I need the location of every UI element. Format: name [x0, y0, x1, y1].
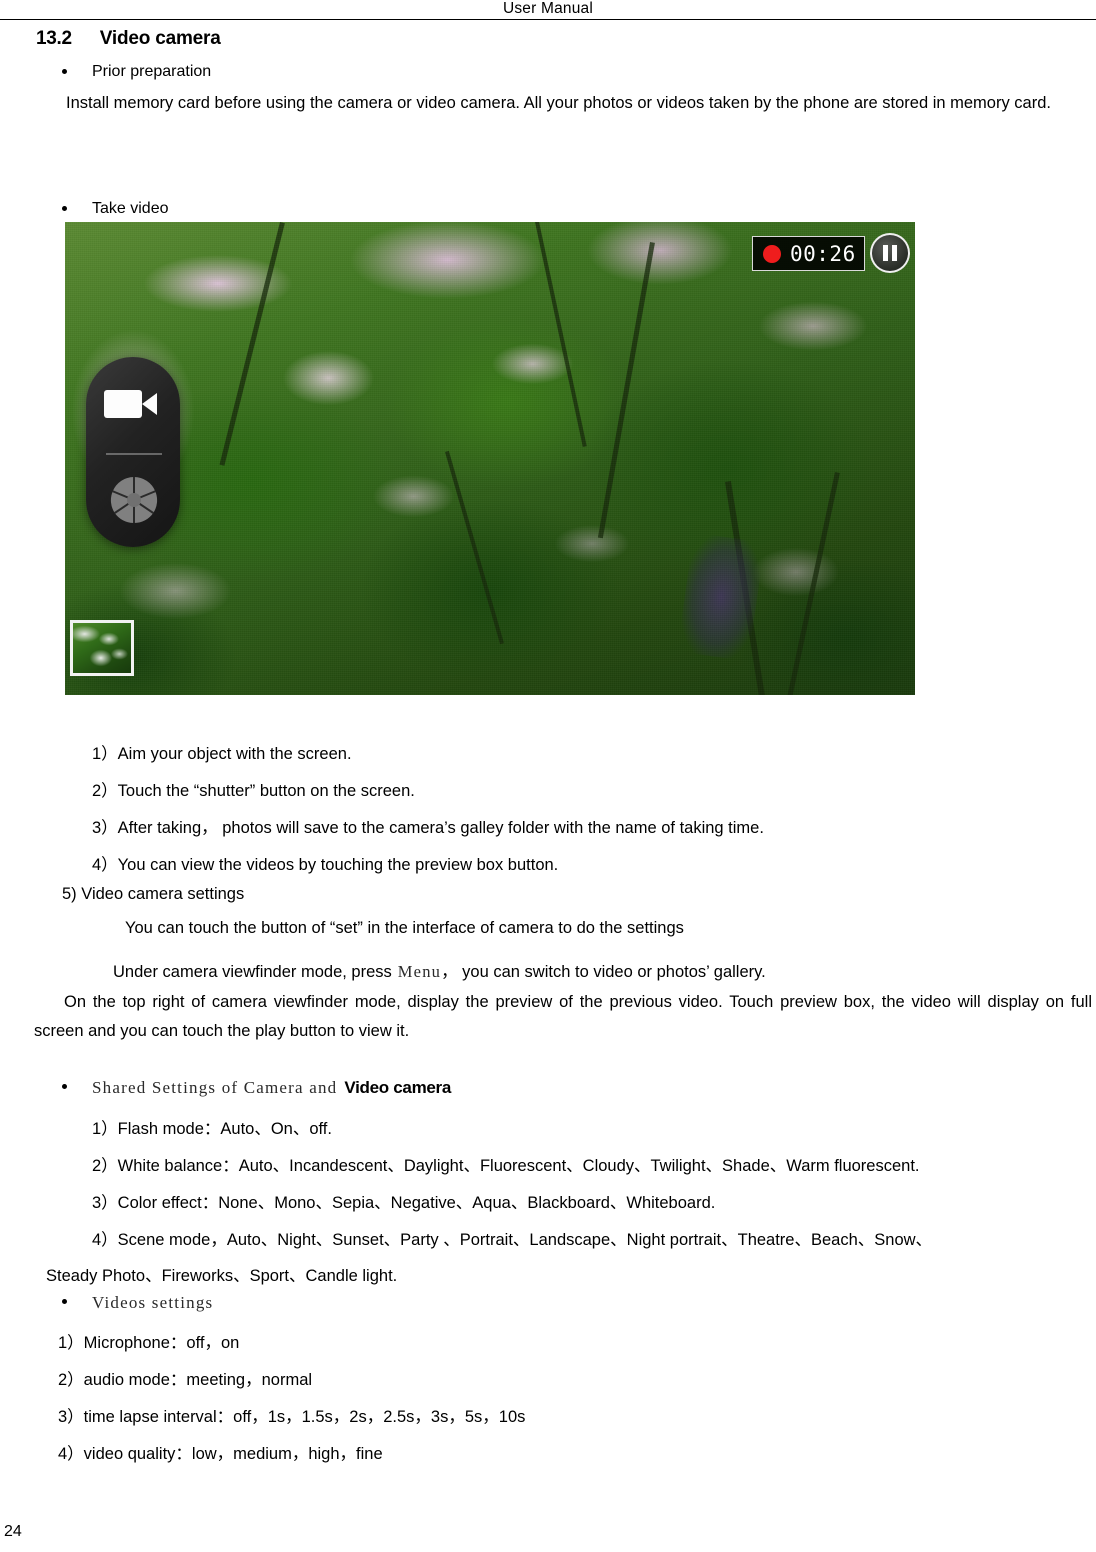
- shared-settings-label-bold: Video camera: [344, 1078, 452, 1097]
- viewfinder-menu-pre: Under camera viewfinder mode, press: [113, 963, 392, 981]
- page-number: 24: [4, 1523, 22, 1540]
- videos-setting-item: 2）audio mode：meeting，normal: [58, 1371, 313, 1389]
- preview-thumbnail-image: [73, 623, 131, 673]
- videos-setting-item: 4）video quality：low，medium，high，fine: [58, 1445, 383, 1463]
- bullet-videos-settings: Videos settings: [62, 1293, 213, 1313]
- camera-mode-control-pill[interactable]: [86, 357, 180, 547]
- camera-viewfinder-screenshot: 00:26: [65, 222, 915, 695]
- bullet-dot-icon: [62, 1299, 67, 1304]
- pause-button[interactable]: [870, 233, 910, 273]
- viewfinder-menu-line: Under camera viewfinder mode, press Menu，…: [113, 958, 766, 982]
- control-divider: [106, 453, 162, 455]
- paragraph-top-right-preview: On the top right of camera viewfinder mo…: [34, 993, 1092, 1040]
- shared-setting-item: 3）Color effect：None、Mono、Sepia、Negative、…: [92, 1194, 716, 1212]
- document-page: User Manual 13.2 Video camera Prior prepa…: [0, 0, 1096, 1552]
- menu-key-label: Menu: [397, 962, 442, 981]
- record-dot-icon: [763, 244, 781, 263]
- video-camera-body: [104, 390, 142, 418]
- page-title: Video camera: [99, 28, 221, 49]
- bullet-dot-icon: [62, 206, 67, 211]
- shared-setting-item: 1）Flash mode：Auto、On、off.: [92, 1120, 332, 1138]
- preview-thumbnail[interactable]: [70, 620, 134, 676]
- step-item: 4）You can view the videos by touching th…: [92, 856, 559, 874]
- video-camera-lens: [142, 393, 157, 415]
- shutter-icon[interactable]: [109, 475, 159, 525]
- shared-setting-item: 4）Scene mode，Auto、Night、Sunset、Party 、Po…: [92, 1231, 933, 1249]
- shared-settings-label-serif: Shared Settings of Camera and: [92, 1078, 338, 1097]
- video-camera-icon[interactable]: [104, 387, 162, 421]
- bullet-take-video: Take video: [62, 200, 169, 218]
- section-heading: 13.2 Video camera: [36, 28, 221, 50]
- shared-setting-item-cont: Steady Photo、Fireworks、Sport、Candle ligh…: [46, 1267, 398, 1285]
- pause-icon-bar: [883, 245, 888, 261]
- recording-timer-box: 00:26: [752, 236, 865, 271]
- viewfinder-menu-post: ， you can switch to video or photos’ gal…: [441, 963, 766, 981]
- paragraph-install-memory: Install memory card before using the cam…: [66, 94, 1051, 112]
- videos-setting-item: 1）Microphone：off，on: [58, 1334, 240, 1352]
- recording-elapsed-time: 00:26: [790, 241, 856, 266]
- settings-note: You can touch the button of “set” in the…: [125, 919, 684, 937]
- header-divider: [0, 19, 1096, 20]
- running-head: User Manual: [502, 0, 594, 17]
- bullet-label: Prior preparation: [92, 63, 212, 80]
- bullet-shared-settings: Shared Settings of Camera and Video camer…: [62, 1078, 451, 1098]
- bullet-dot-icon: [62, 1084, 67, 1089]
- bullet-dot-icon: [62, 69, 67, 74]
- bullet-label: Take video: [92, 200, 169, 217]
- shared-setting-item: 2）White balance：Auto、Incandescent、Daylig…: [92, 1157, 920, 1175]
- step-item: 5) Video camera settings: [62, 885, 245, 903]
- step-item: 2）Touch the “shutter” button on the scre…: [92, 782, 415, 800]
- section-number: 13.2: [36, 28, 72, 49]
- bullet-prior-preparation: Prior preparation: [62, 63, 211, 81]
- videos-setting-item: 3）time lapse interval：off，1s，1.5s，2s，2.5…: [58, 1408, 526, 1426]
- videos-settings-label: Videos settings: [92, 1293, 214, 1312]
- photo-grain-overlay: [65, 222, 915, 695]
- step-item: 1）Aim your object with the screen.: [92, 745, 352, 763]
- step-item: 3）After taking， photos will save to the …: [92, 819, 764, 837]
- pause-icon-bar: [892, 245, 897, 261]
